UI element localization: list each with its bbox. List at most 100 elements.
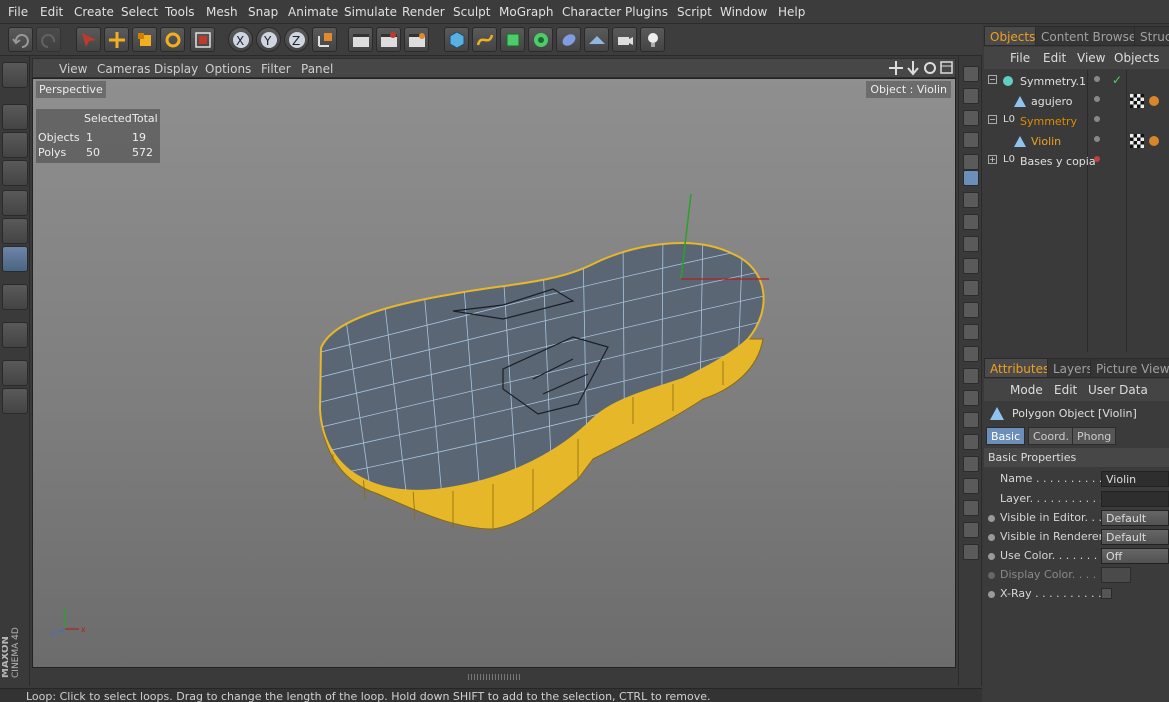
menu-help[interactable]: Help (778, 5, 805, 19)
render-picture-viewer-icon[interactable] (376, 27, 401, 52)
magnet-tool-icon[interactable] (963, 302, 979, 318)
visible-in-renderer-dropdown[interactable]: Default (1101, 529, 1169, 545)
extrude-inner-tool-icon[interactable] (963, 132, 979, 148)
name-field[interactable]: Violin (1101, 471, 1169, 487)
objects-menu-file[interactable]: File (1010, 51, 1030, 65)
align-normals-icon[interactable] (963, 500, 979, 516)
material-tag-icon[interactable] (1130, 134, 1144, 148)
rotate-view-icon[interactable] (924, 62, 936, 74)
attributes-menu-edit[interactable]: Edit (1054, 383, 1077, 397)
menu-tools[interactable]: Tools (165, 5, 195, 19)
axis-mode-icon[interactable] (2, 284, 28, 310)
material-tag-icon[interactable] (1130, 94, 1144, 108)
tree-item-symmetry[interactable]: − L0 Symmetry (984, 112, 1169, 132)
normal-move-icon[interactable] (963, 434, 979, 450)
menu-snap[interactable]: Snap (248, 5, 278, 19)
extrude-tool-icon[interactable] (963, 110, 979, 126)
viewport-menu-display[interactable]: Display (154, 62, 198, 76)
tree-item-violin[interactable]: Violin (984, 132, 1169, 152)
viewport-menu-view[interactable]: View (59, 62, 87, 76)
menu-mograph[interactable]: MoGraph (499, 5, 554, 19)
snap-magnet-icon[interactable] (2, 322, 28, 348)
expand-toggle-icon[interactable]: + (988, 155, 997, 164)
points-mode-icon[interactable] (2, 190, 28, 216)
viewport-menu-filter[interactable]: Filter (261, 62, 291, 76)
animation-key-icon[interactable] (988, 572, 995, 579)
subdivide-icon[interactable] (963, 544, 979, 560)
visibility-dots-icon[interactable] (1094, 96, 1100, 102)
texture-mode-icon[interactable] (2, 132, 28, 158)
tab-attributes[interactable]: Attributes (984, 358, 1056, 378)
uv-tag-icon[interactable] (1149, 136, 1159, 146)
objects-menu-edit[interactable]: Edit (1043, 51, 1066, 65)
workplane-icon[interactable] (2, 160, 28, 186)
subtab-phong[interactable]: Phong (1072, 427, 1117, 445)
render-settings-icon[interactable] (404, 27, 429, 52)
menu-sculpt[interactable]: Sculpt (453, 5, 490, 19)
menu-plugins[interactable]: Plugins (625, 5, 668, 19)
coordinate-system-icon[interactable] (312, 27, 337, 52)
enabled-check-icon[interactable]: ✓ (1112, 73, 1122, 87)
viewport-resize-grip[interactable] (468, 674, 520, 680)
subdivision-surface-icon[interactable] (500, 27, 525, 52)
perspective-viewport[interactable]: Perspective Object : Violin Selected Tot… (32, 78, 956, 668)
bridge-tool-icon[interactable] (963, 154, 979, 170)
brush-tool-icon[interactable] (963, 280, 979, 296)
menu-character[interactable]: Character (562, 5, 621, 19)
camera-icon[interactable] (612, 27, 637, 52)
rotate-icon[interactable] (160, 27, 185, 52)
weld-tool-icon[interactable] (963, 258, 979, 274)
tab-content-browser[interactable]: Content Browser (1035, 26, 1148, 46)
undo-button[interactable] (8, 27, 33, 52)
subtab-basic[interactable]: Basic (986, 427, 1026, 445)
viewport-menu-cameras[interactable]: Cameras (97, 62, 150, 76)
expand-toggle-icon[interactable]: − (988, 75, 997, 84)
menu-select[interactable]: Select (121, 5, 158, 19)
menu-script[interactable]: Script (677, 5, 712, 19)
x-ray-checkbox[interactable] (1101, 588, 1112, 599)
uv-tag-icon[interactable] (1149, 96, 1159, 106)
visible-in-editor-dropdown[interactable]: Default (1101, 510, 1169, 526)
ring-selection-icon[interactable] (963, 192, 979, 208)
array-icon[interactable] (528, 27, 553, 52)
edges-mode-icon[interactable] (2, 218, 28, 244)
stitch-tool-icon[interactable] (963, 368, 979, 384)
knife-tool-icon[interactable] (963, 66, 979, 82)
polygons-mode-icon[interactable] (2, 246, 28, 272)
cube-primitive-icon[interactable] (444, 27, 469, 52)
tree-item-bases-y-copia[interactable]: + L0 Bases y copia (984, 152, 1169, 172)
recent-tools-icon[interactable] (190, 27, 215, 52)
zoom-view-icon[interactable] (907, 61, 919, 76)
animation-key-icon[interactable] (988, 534, 995, 541)
menu-mesh[interactable]: Mesh (206, 5, 238, 19)
violin-mesh[interactable]: Y x z (33, 79, 956, 668)
close-hole-tool-icon[interactable] (963, 236, 979, 252)
fill-selection-icon[interactable] (963, 214, 979, 230)
tab-objects[interactable]: Objects (984, 26, 1042, 46)
viewport-menu-panel[interactable]: Panel (301, 62, 333, 76)
menu-edit[interactable]: Edit (40, 5, 63, 19)
scale-icon[interactable] (132, 27, 157, 52)
visibility-dots-icon[interactable] (1094, 136, 1100, 142)
normal-rotate-icon[interactable] (963, 478, 979, 494)
move-icon[interactable] (104, 27, 129, 52)
pan-view-icon[interactable] (889, 61, 903, 75)
objects-menu-objects[interactable]: Objects (1114, 51, 1159, 65)
menu-file[interactable]: File (8, 5, 28, 19)
light-icon[interactable] (640, 27, 665, 52)
visibility-dots-icon[interactable] (1094, 116, 1100, 122)
x-axis-lock-button[interactable]: X (228, 27, 253, 52)
z-axis-lock-button[interactable]: Z (284, 27, 309, 52)
redo-button[interactable] (36, 27, 61, 52)
viewport-menu-options[interactable]: Options (205, 62, 251, 76)
tab-structure[interactable]: Struct (1134, 26, 1169, 46)
normal-scale-icon[interactable] (963, 456, 979, 472)
objects-menu-view[interactable]: View (1077, 51, 1105, 65)
menu-window[interactable]: Window (720, 5, 767, 19)
use-color-dropdown[interactable]: Off (1101, 548, 1169, 564)
smooth-shift-icon[interactable] (963, 412, 979, 428)
tree-item-symmetry-1[interactable]: − Symmetry.1 ✓ (984, 72, 1169, 92)
menu-animate[interactable]: Animate (288, 5, 338, 19)
loop-selection-icon[interactable] (963, 170, 979, 186)
planar-workplane-icon[interactable] (2, 388, 28, 414)
